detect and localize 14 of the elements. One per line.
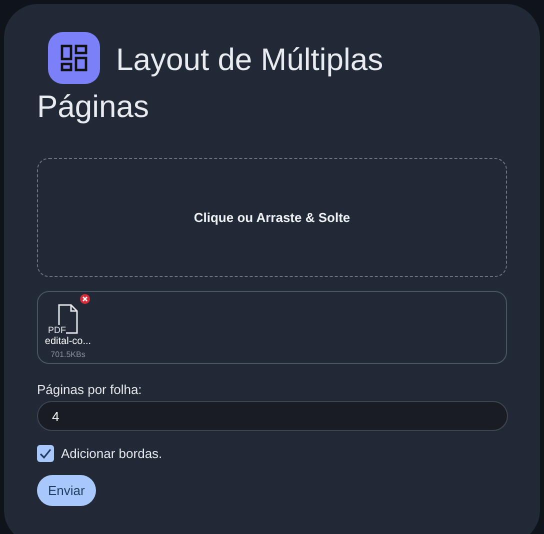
file-size: 701.5KBs (50, 350, 86, 359)
page-title: Layout de Múltiplas (116, 42, 384, 78)
page-title: Páginas (37, 89, 150, 124)
field-label: Páginas por folha: (37, 382, 143, 397)
file-name: edital-co... (44, 336, 92, 347)
drop-zone-label: Clique ou Arraste & Solte (194, 210, 350, 225)
submit-button[interactable]: Enviar (37, 475, 96, 506)
drop-zone[interactable]: Clique ou Arraste & Solte (37, 158, 507, 277)
remove-icon[interactable] (80, 294, 90, 304)
borders-checkbox[interactable] (37, 445, 54, 462)
grid-layout-icon (48, 32, 100, 84)
pages-per-sheet-field[interactable]: 4 (37, 401, 508, 431)
checkbox-label: Adicionar bordas. (61, 446, 162, 461)
file-type-label: PDF (48, 325, 66, 335)
